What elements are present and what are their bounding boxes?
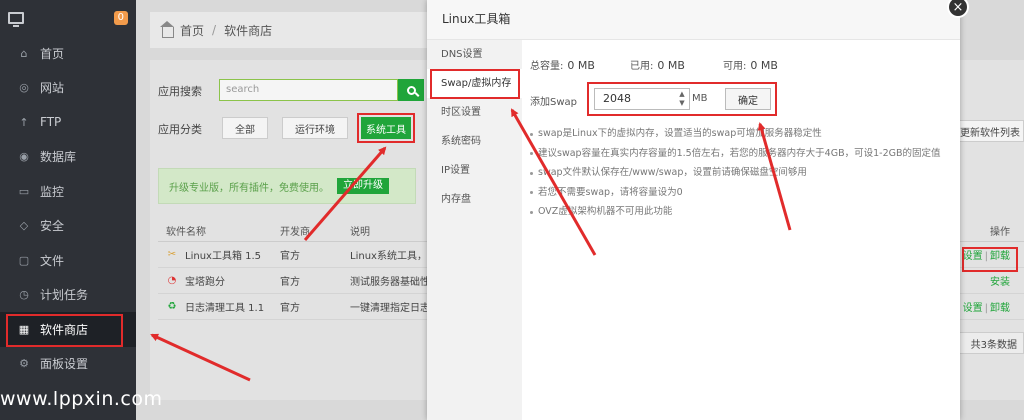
dialog-tab-dns[interactable]: DNS设置 [427, 40, 522, 69]
sidebar-highlight-box [6, 314, 123, 347]
folder-icon: ▢ [18, 253, 30, 267]
header-ops: 操作 [990, 227, 1010, 238]
dialog-tab-timezone[interactable]: 时区设置 [427, 98, 522, 127]
monitor-icon[interactable] [8, 12, 24, 27]
software-vendor: 官方 [280, 277, 300, 288]
search-button[interactable] [398, 79, 424, 101]
category-all[interactable]: 全部 [222, 117, 268, 139]
software-name: 宝塔跑分 [185, 277, 225, 288]
add-swap-label: 添加Swap [530, 97, 578, 108]
settings-link[interactable]: 设置 [963, 303, 983, 314]
tip-item: 若您不需要swap，请将容量设为0 [530, 183, 950, 203]
search-icon [406, 85, 416, 95]
swap-tab-highlight-box [430, 69, 520, 99]
ftp-icon: ↑ [19, 115, 29, 129]
gear-icon: ⚙ [19, 357, 29, 371]
breadcrumb-current: 软件商店 [224, 23, 273, 38]
software-vendor: 官方 [280, 303, 300, 314]
category-highlight-box [357, 113, 415, 143]
tip-item: OVZ虚拟架构机器不可用此功能 [530, 202, 950, 222]
upgrade-button[interactable]: 立即升级 [337, 178, 389, 194]
sidebar-item-settings[interactable]: ⚙ 面板设置 [0, 347, 136, 382]
database-icon: ◉ [19, 150, 29, 164]
ops-highlight-box [962, 247, 1018, 272]
category-runtime[interactable]: 运行环境 [282, 117, 348, 139]
swap-used: 已用: 0 MB [630, 59, 685, 72]
dialog-tab-password[interactable]: 系统密码 [427, 127, 522, 156]
monitor-icon: ▭ [18, 184, 30, 198]
install-link[interactable]: 安装 [990, 277, 1010, 288]
software-name: 日志清理工具 1.1 [185, 303, 265, 314]
dialog-tab-ip[interactable]: IP设置 [427, 156, 522, 185]
breadcrumb: 首页 / 软件商店 [150, 12, 450, 48]
sidebar-header: 0 [0, 0, 136, 36]
sidebar: 0 ⌂ 首页 ◎ 网站 ↑ FTP ◉ 数据库 ▭ 监控 ◇ 安全 ▢ 文件 ◷ 计划任务 ▦ 软… [0, 0, 136, 420]
sidebar-item-security[interactable]: ◇ 安全 [0, 209, 136, 244]
pagination: 共3条数据 [958, 332, 1024, 354]
cleanup-icon: ♻ [167, 301, 177, 312]
swap-total: 总容量: 0 MB [530, 59, 595, 72]
search-label: 应用搜索 [158, 85, 202, 98]
software-name: Linux工具箱 1.5 [185, 251, 262, 262]
category-label: 应用分类 [158, 123, 202, 136]
home-icon[interactable] [160, 20, 174, 38]
software-vendor: 官方 [280, 251, 300, 262]
breadcrumb-separator: / [212, 23, 217, 37]
sidebar-item-home[interactable]: ⌂ 首页 [0, 36, 136, 71]
swap-tips-list: swap是Linux下的虚拟内存，设置适当的swap可增加服务器稳定性 建议sw… [530, 124, 950, 222]
uninstall-link[interactable]: 卸载 [990, 303, 1010, 314]
tip-item: swap是Linux下的虚拟内存，设置适当的swap可增加服务器稳定性 [530, 124, 950, 144]
swap-input-highlight-box [587, 82, 777, 116]
notification-badge[interactable]: 0 [113, 11, 128, 25]
promo-banner: 升级专业版，所有插件，免费使用。 立即升级 [158, 168, 416, 204]
tools-icon: ✂ [167, 249, 177, 260]
sidebar-item-website[interactable]: ◎ 网站 [0, 71, 136, 106]
dialog-title: Linux工具箱 [427, 0, 960, 40]
sidebar-item-ftp[interactable]: ↑ FTP [0, 105, 136, 140]
shield-icon: ◇ [19, 219, 29, 233]
tip-item: 建议swap容量在真实内存容量的1.5倍左右，若您的服务器内存大于4GB，可设1… [530, 144, 950, 164]
watermark: www.lppxin.com [0, 388, 163, 410]
promo-text: 升级专业版，所有插件，免费使用。 [169, 182, 329, 194]
update-list-button[interactable]: 更新软件列表 [955, 120, 1024, 142]
sidebar-item-monitor[interactable]: ▭ 监控 [0, 174, 136, 209]
clock-icon: ◷ [19, 288, 29, 302]
header-vendor: 开发商 [280, 227, 310, 238]
globe-icon: ◎ [19, 81, 29, 95]
dialog-tab-ramdisk[interactable]: 内存盘 [427, 185, 522, 214]
breadcrumb-home[interactable]: 首页 [180, 22, 204, 39]
search-input[interactable]: search [219, 79, 398, 101]
swap-free: 可用: 0 MB [723, 59, 778, 72]
home-icon: ⌂ [20, 46, 28, 60]
sidebar-item-files[interactable]: ▢ 文件 [0, 243, 136, 278]
sidebar-item-database[interactable]: ◉ 数据库 [0, 140, 136, 175]
header-name: 软件名称 [166, 227, 206, 238]
gauge-icon: ◔ [167, 275, 177, 286]
tip-item: swap文件默认保存在/www/swap，设置前请确保磁盘空间够用 [530, 163, 950, 183]
sidebar-item-cron[interactable]: ◷ 计划任务 [0, 278, 136, 313]
